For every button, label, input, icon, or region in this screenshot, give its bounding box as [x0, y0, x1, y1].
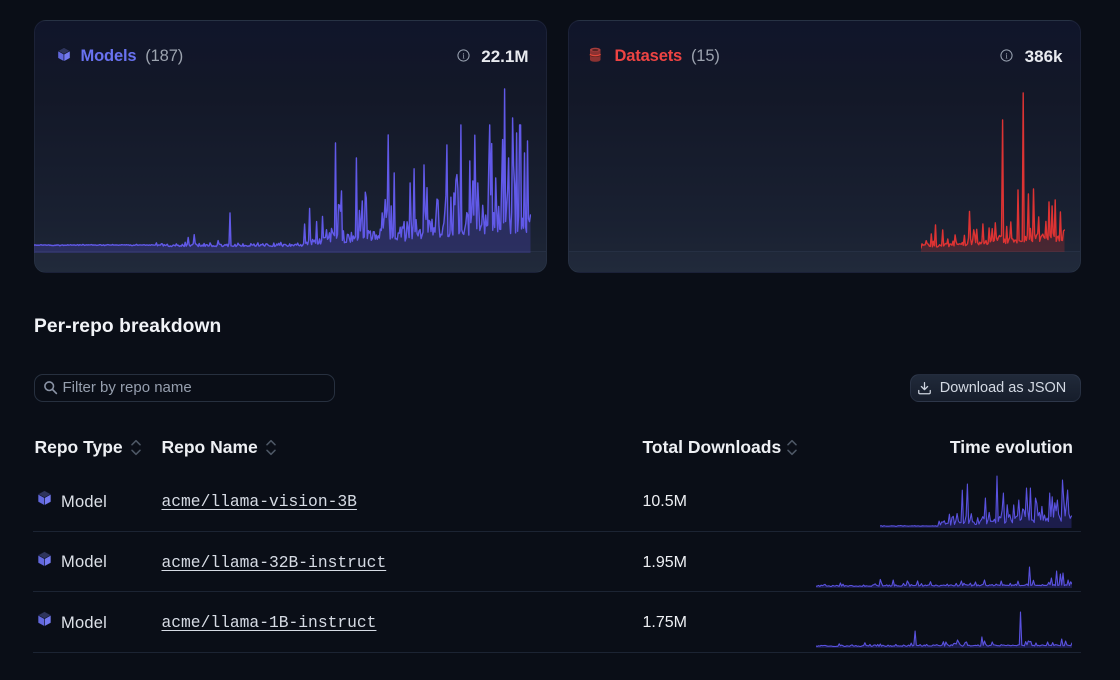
svg-text:i: i: [1005, 52, 1008, 61]
svg-text:i: i: [462, 52, 465, 61]
